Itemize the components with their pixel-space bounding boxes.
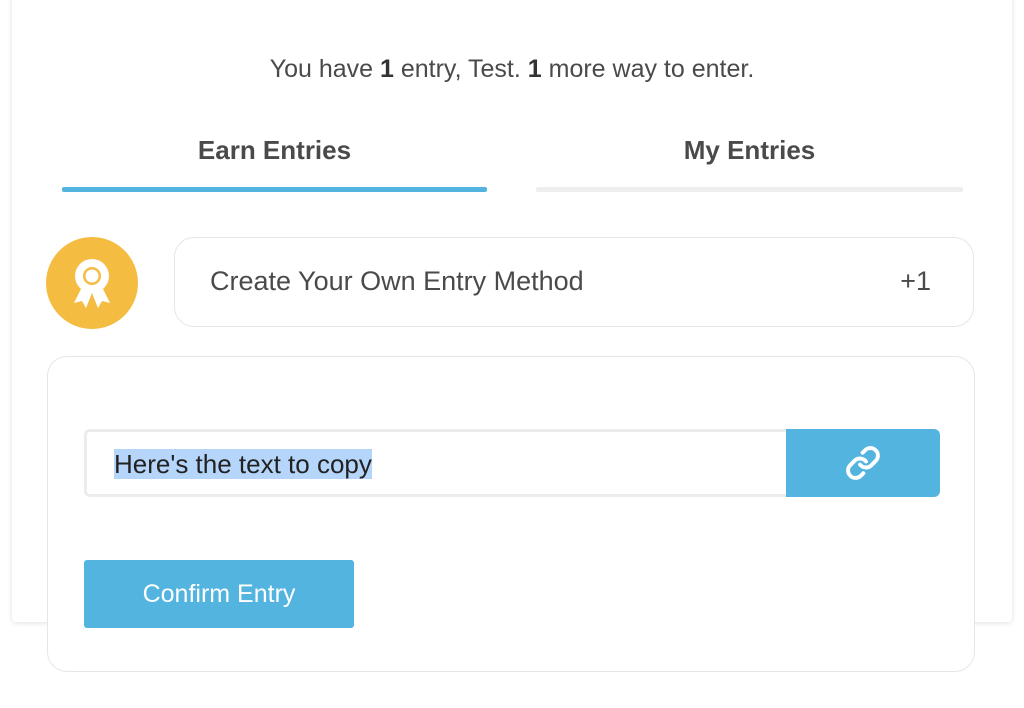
- copy-text-value[interactable]: Here's the text to copy: [114, 449, 372, 479]
- entry-method-title: Create Your Own Entry Method: [210, 266, 584, 296]
- tab-my-entries-label: My Entries: [683, 135, 816, 165]
- page: You have 1 entry, Test. 1 more way to en…: [0, 0, 1024, 708]
- summary-prefix: You have: [269, 55, 380, 83]
- entry-method-panel: Here's the text to copy Confirm Entry: [47, 356, 975, 672]
- ways-count: 1: [527, 55, 542, 83]
- tab-earn-entries-indicator: [62, 187, 487, 192]
- copy-text-field[interactable]: Here's the text to copy: [84, 429, 786, 497]
- confirm-entry-button[interactable]: Confirm Entry: [84, 560, 354, 628]
- entry-count: 1: [380, 55, 394, 83]
- entries-summary: You have 1 entry, Test. 1 more way to en…: [0, 55, 1024, 84]
- tab-earn-entries-label: Earn Entries: [197, 135, 352, 165]
- summary-suffix: more way to enter.: [541, 55, 755, 83]
- link-icon: [846, 446, 880, 480]
- copy-link-button[interactable]: [786, 429, 940, 497]
- tab-my-entries[interactable]: My Entries: [536, 132, 963, 192]
- entry-method-points: +1: [900, 266, 931, 296]
- entry-method-badge: [46, 237, 138, 329]
- award-ribbon-icon: [74, 259, 110, 308]
- tab-my-entries-indicator: [536, 187, 963, 192]
- entry-method-row[interactable]: Create Your Own Entry Method +1: [174, 237, 974, 327]
- summary-middle: entry, Test.: [393, 55, 528, 83]
- tab-earn-entries[interactable]: Earn Entries: [62, 132, 487, 192]
